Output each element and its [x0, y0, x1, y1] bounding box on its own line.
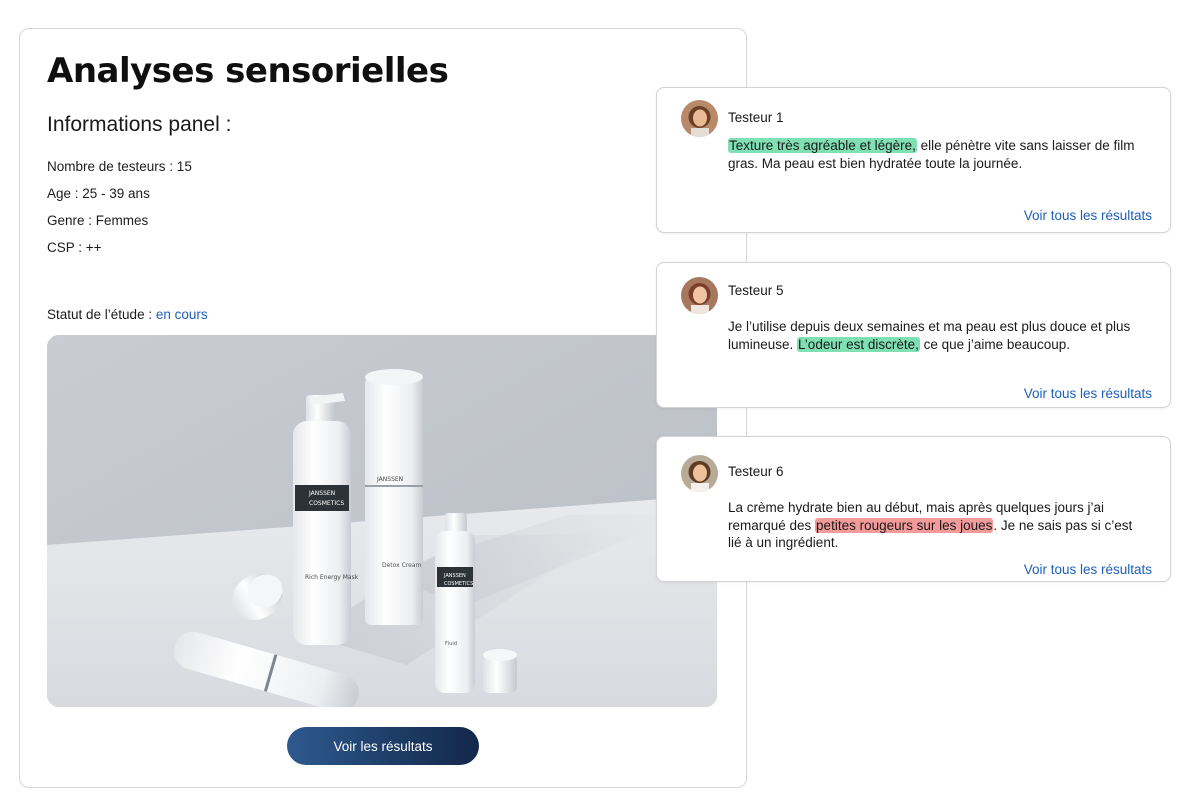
review-card: Testeur 1 Texture très agréable et légèr…: [656, 87, 1171, 233]
avatar-image: [681, 100, 718, 137]
jar-product-name: Detox Cream: [382, 562, 422, 569]
tester-name: Testeur 6: [728, 464, 784, 479]
highlight-negative: petites rougeurs sur les joues: [815, 517, 994, 533]
study-status-value: en cours: [155, 307, 208, 322]
review-text-part: ce que j’aime beaucoup.: [919, 336, 1070, 352]
product-image: JANSSEN Detox Cream JANSSEN COSMETICS Ri…: [47, 335, 717, 707]
avatar: [681, 277, 718, 314]
review-text: Texture très agréable et légère, elle pé…: [728, 137, 1148, 172]
avatar: [681, 100, 718, 137]
study-card: Analyses sensorielles Informations panel…: [19, 28, 747, 788]
see-all-results-link[interactable]: Voir tous les résultats: [1024, 208, 1152, 223]
panel-info-list: Nombre de testeurs : 15 Age : 25 - 39 an…: [47, 159, 192, 267]
gender: Genre : Femmes: [47, 213, 149, 228]
see-all-results-link[interactable]: Voir tous les résultats: [1024, 386, 1152, 401]
small-bottle-brand-1: JANSSEN: [443, 573, 466, 579]
jar-brand-text: JANSSEN: [376, 476, 403, 483]
tall-bottle-brand-2: COSMETICS: [309, 500, 344, 507]
review-card: Testeur 6 La crème hydrate bien au début…: [656, 436, 1171, 582]
avatar: [681, 455, 718, 492]
highlight-positive: Texture très agréable et légère,: [728, 138, 917, 153]
tall-bottle-product-name: Rich Energy Mask: [305, 574, 359, 581]
panel-info-heading: Informations panel :: [47, 113, 232, 136]
tall-bottle-brand-1: JANSSEN: [308, 490, 335, 497]
small-bottle-brand-2: COSMETICS: [444, 581, 473, 587]
tester-name: Testeur 1: [728, 110, 784, 125]
age-range: Age : 25 - 39 ans: [47, 186, 150, 201]
avatar-image: [681, 277, 718, 314]
study-status-label: Statut de l’étude :: [47, 307, 156, 322]
avatar-image: [681, 455, 718, 492]
page-title: Analyses sensorielles: [47, 51, 449, 91]
view-results-button[interactable]: Voir les résultats: [287, 727, 479, 765]
csp: CSP : ++: [47, 240, 102, 255]
review-card: Testeur 5 Je l’utilise depuis deux semai…: [656, 262, 1171, 408]
tester-count: Nombre de testeurs : 15: [47, 159, 192, 174]
highlight-positive: L’odeur est discrète,: [797, 336, 920, 352]
small-bottle-product-name: Fluid: [445, 641, 457, 647]
study-status: Statut de l’étude : en cours: [47, 307, 208, 322]
review-text: Je l’utilise depuis deux semaines et ma …: [728, 318, 1148, 353]
tester-name: Testeur 5: [728, 283, 784, 298]
review-text: La crème hydrate bien au début, mais apr…: [728, 499, 1148, 552]
see-all-results-link[interactable]: Voir tous les résultats: [1024, 562, 1152, 577]
product-photo: JANSSEN Detox Cream JANSSEN COSMETICS Ri…: [47, 335, 717, 707]
